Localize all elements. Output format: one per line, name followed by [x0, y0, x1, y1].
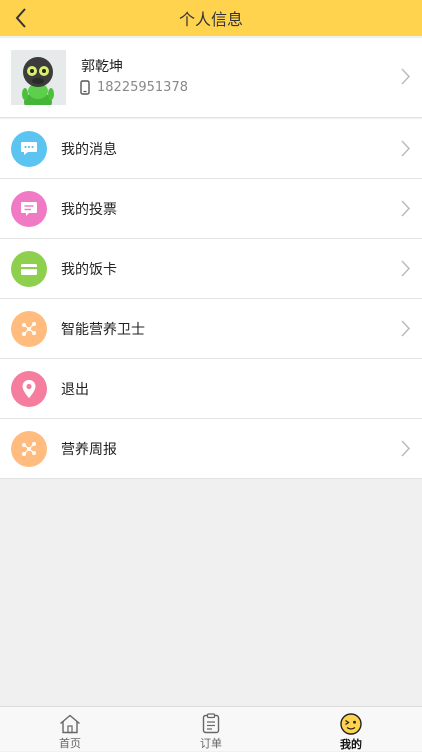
- chevron-right-icon: [401, 440, 410, 457]
- phone-number: 18225951378: [97, 80, 188, 95]
- user-name: 郭乾坤: [81, 59, 123, 75]
- tab-label: 首页: [59, 737, 81, 750]
- chevron-right-icon: [401, 140, 410, 157]
- profile-card[interactable]: 郭乾坤 18225951378: [0, 38, 422, 118]
- menu-item-label: 我的投票: [61, 202, 117, 218]
- nutrition-icon: [11, 311, 47, 347]
- page-title: 个人信息: [178, 10, 243, 29]
- menu-item-messages[interactable]: 我的消息: [0, 119, 422, 179]
- menu-item-label: 我的消息: [61, 142, 117, 158]
- chevron-right-icon: [401, 260, 410, 277]
- menu-list: 我的消息 我的投票 我的饭卡 智能营养卫士 退出 营养周报: [0, 119, 422, 479]
- vote-icon: [11, 191, 47, 227]
- chevron-right-icon: [401, 320, 410, 337]
- nutrition-icon: [11, 431, 47, 467]
- home-icon: [59, 713, 81, 734]
- menu-item-label: 智能营养卫士: [61, 322, 145, 338]
- back-button[interactable]: [8, 4, 34, 32]
- tab-home[interactable]: 首页: [40, 707, 100, 751]
- tab-mine[interactable]: 我的: [321, 707, 381, 751]
- menu-item-votes[interactable]: 我的投票: [0, 179, 422, 239]
- menu-item-label: 我的饭卡: [61, 262, 117, 278]
- tab-bar: 首页 订单 我的: [0, 706, 422, 751]
- menu-item-label: 退出: [61, 382, 89, 398]
- chat-bubble-icon: [11, 131, 47, 167]
- menu-item-weekly-report[interactable]: 营养周报: [0, 419, 422, 479]
- avatar: [11, 50, 66, 105]
- header-bar: 个人信息: [0, 0, 422, 36]
- chevron-left-icon: [15, 8, 26, 28]
- smiley-icon: [340, 713, 362, 735]
- location-pin-icon: [11, 371, 47, 407]
- phone-icon: [80, 80, 90, 95]
- chevron-right-icon: [401, 200, 410, 217]
- menu-item-meal-card[interactable]: 我的饭卡: [0, 239, 422, 299]
- card-icon: [11, 251, 47, 287]
- tab-label: 订单: [200, 737, 222, 750]
- menu-item-logout[interactable]: 退出: [0, 359, 422, 419]
- menu-item-label: 营养周报: [61, 442, 117, 458]
- phone-row: 18225951378: [80, 80, 188, 95]
- order-icon: [200, 713, 222, 734]
- chevron-right-icon: [401, 68, 410, 85]
- tab-orders[interactable]: 订单: [181, 707, 241, 751]
- menu-item-nutrition-guard[interactable]: 智能营养卫士: [0, 299, 422, 359]
